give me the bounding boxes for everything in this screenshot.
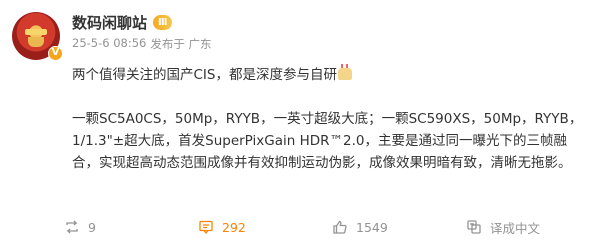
repost-count: 9 <box>88 219 96 235</box>
level-badge[interactable]: Ⅲ <box>153 14 173 30</box>
repost-button[interactable]: 9 <box>64 216 198 238</box>
post-timestamp[interactable]: 25-5-6 08:56 <box>72 36 146 52</box>
post-paragraph-1: 两个值得关注的国产CIS，都是深度参与自研 <box>72 64 590 86</box>
comment-icon <box>199 220 213 235</box>
action-bar: 9 292 1549 译成中文 <box>64 216 600 238</box>
repost-icon <box>66 220 78 234</box>
post-content: 两个值得关注的国产CIS，都是深度参与自研 一颗SC5A0CS，50Mp，RYY… <box>72 64 590 174</box>
comment-count: 292 <box>222 219 246 235</box>
post-paragraph-2: 一颗SC5A0CS，50Mp，RYYB，一英寸超级大底；一颗SC590XS，50… <box>72 111 583 171</box>
post-source: 发布于 广东 <box>150 37 212 51</box>
translate-label: 译成中文 <box>490 220 541 236</box>
translate-button[interactable]: 译成中文 <box>466 216 600 238</box>
comment-button[interactable]: 292 <box>198 216 332 238</box>
cake-emoji-icon <box>337 64 352 80</box>
like-count: 1549 <box>356 219 388 235</box>
translate-icon <box>467 220 481 234</box>
like-button[interactable]: 1549 <box>332 216 466 238</box>
like-icon <box>333 220 347 234</box>
verified-badge-icon: V <box>48 46 63 61</box>
author-name[interactable]: 数码闲聊站 <box>72 12 147 33</box>
avatar-mask <box>28 37 44 47</box>
post-header: 数码闲聊站 Ⅲ 25-5-6 08:56 发布于 广东 <box>72 12 480 52</box>
avatar-visor <box>25 29 47 35</box>
